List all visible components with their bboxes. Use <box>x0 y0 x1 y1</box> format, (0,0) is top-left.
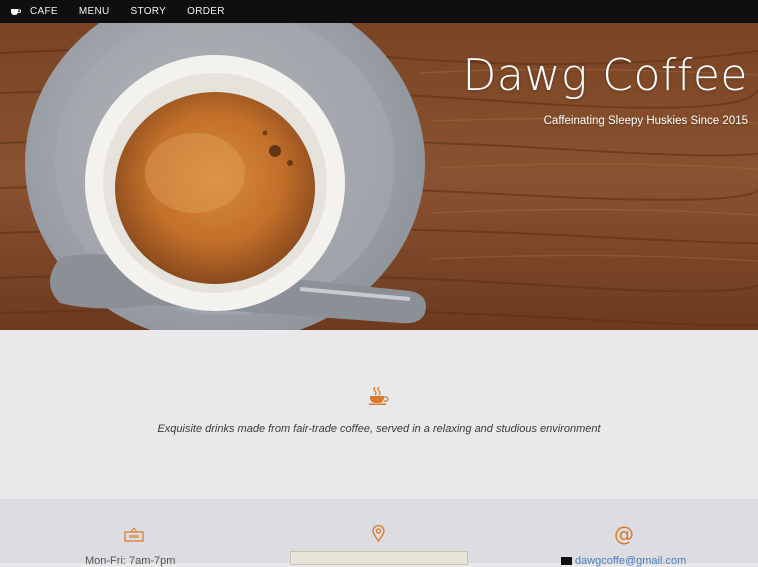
hero-banner: Dawg Coffee Caffeinating Sleepy Huskies … <box>0 23 758 330</box>
nav-item-order[interactable]: ORDER <box>187 6 225 17</box>
open-sign-icon <box>124 528 144 542</box>
mission-section: Exquisite drinks made from fair-trade co… <box>0 330 758 499</box>
hero-title: Dawg Coffee <box>462 50 748 101</box>
envelope-icon <box>561 557 572 565</box>
email-contact[interactable]: dawgcoffe@gmail.com <box>561 555 686 567</box>
email-link[interactable]: dawgcoffe@gmail.com <box>575 555 686 567</box>
mission-text: Exquisite drinks made from fair-trade co… <box>157 423 601 435</box>
info-section: @ Mon-Fri: 7am-7pm dawgcoffe@gmail.com <box>0 499 758 567</box>
hours-text: Mon-Fri: 7am-7pm <box>85 555 176 567</box>
coffee-cup-icon <box>369 387 389 405</box>
hero-subtitle: Caffeinating Sleepy Huskies Since 2015 <box>543 115 748 127</box>
nav-item-story[interactable]: STORY <box>131 6 167 17</box>
nav-item-cafe[interactable]: CAFE <box>30 6 58 17</box>
at-sign-icon: @ <box>614 522 634 546</box>
nav-item-menu[interactable]: MENU <box>79 6 110 17</box>
coffee-cup-icon[interactable] <box>0 0 30 23</box>
map-pin-icon[interactable] <box>372 525 385 542</box>
top-navbar: CAFE MENU STORY ORDER <box>0 0 758 23</box>
